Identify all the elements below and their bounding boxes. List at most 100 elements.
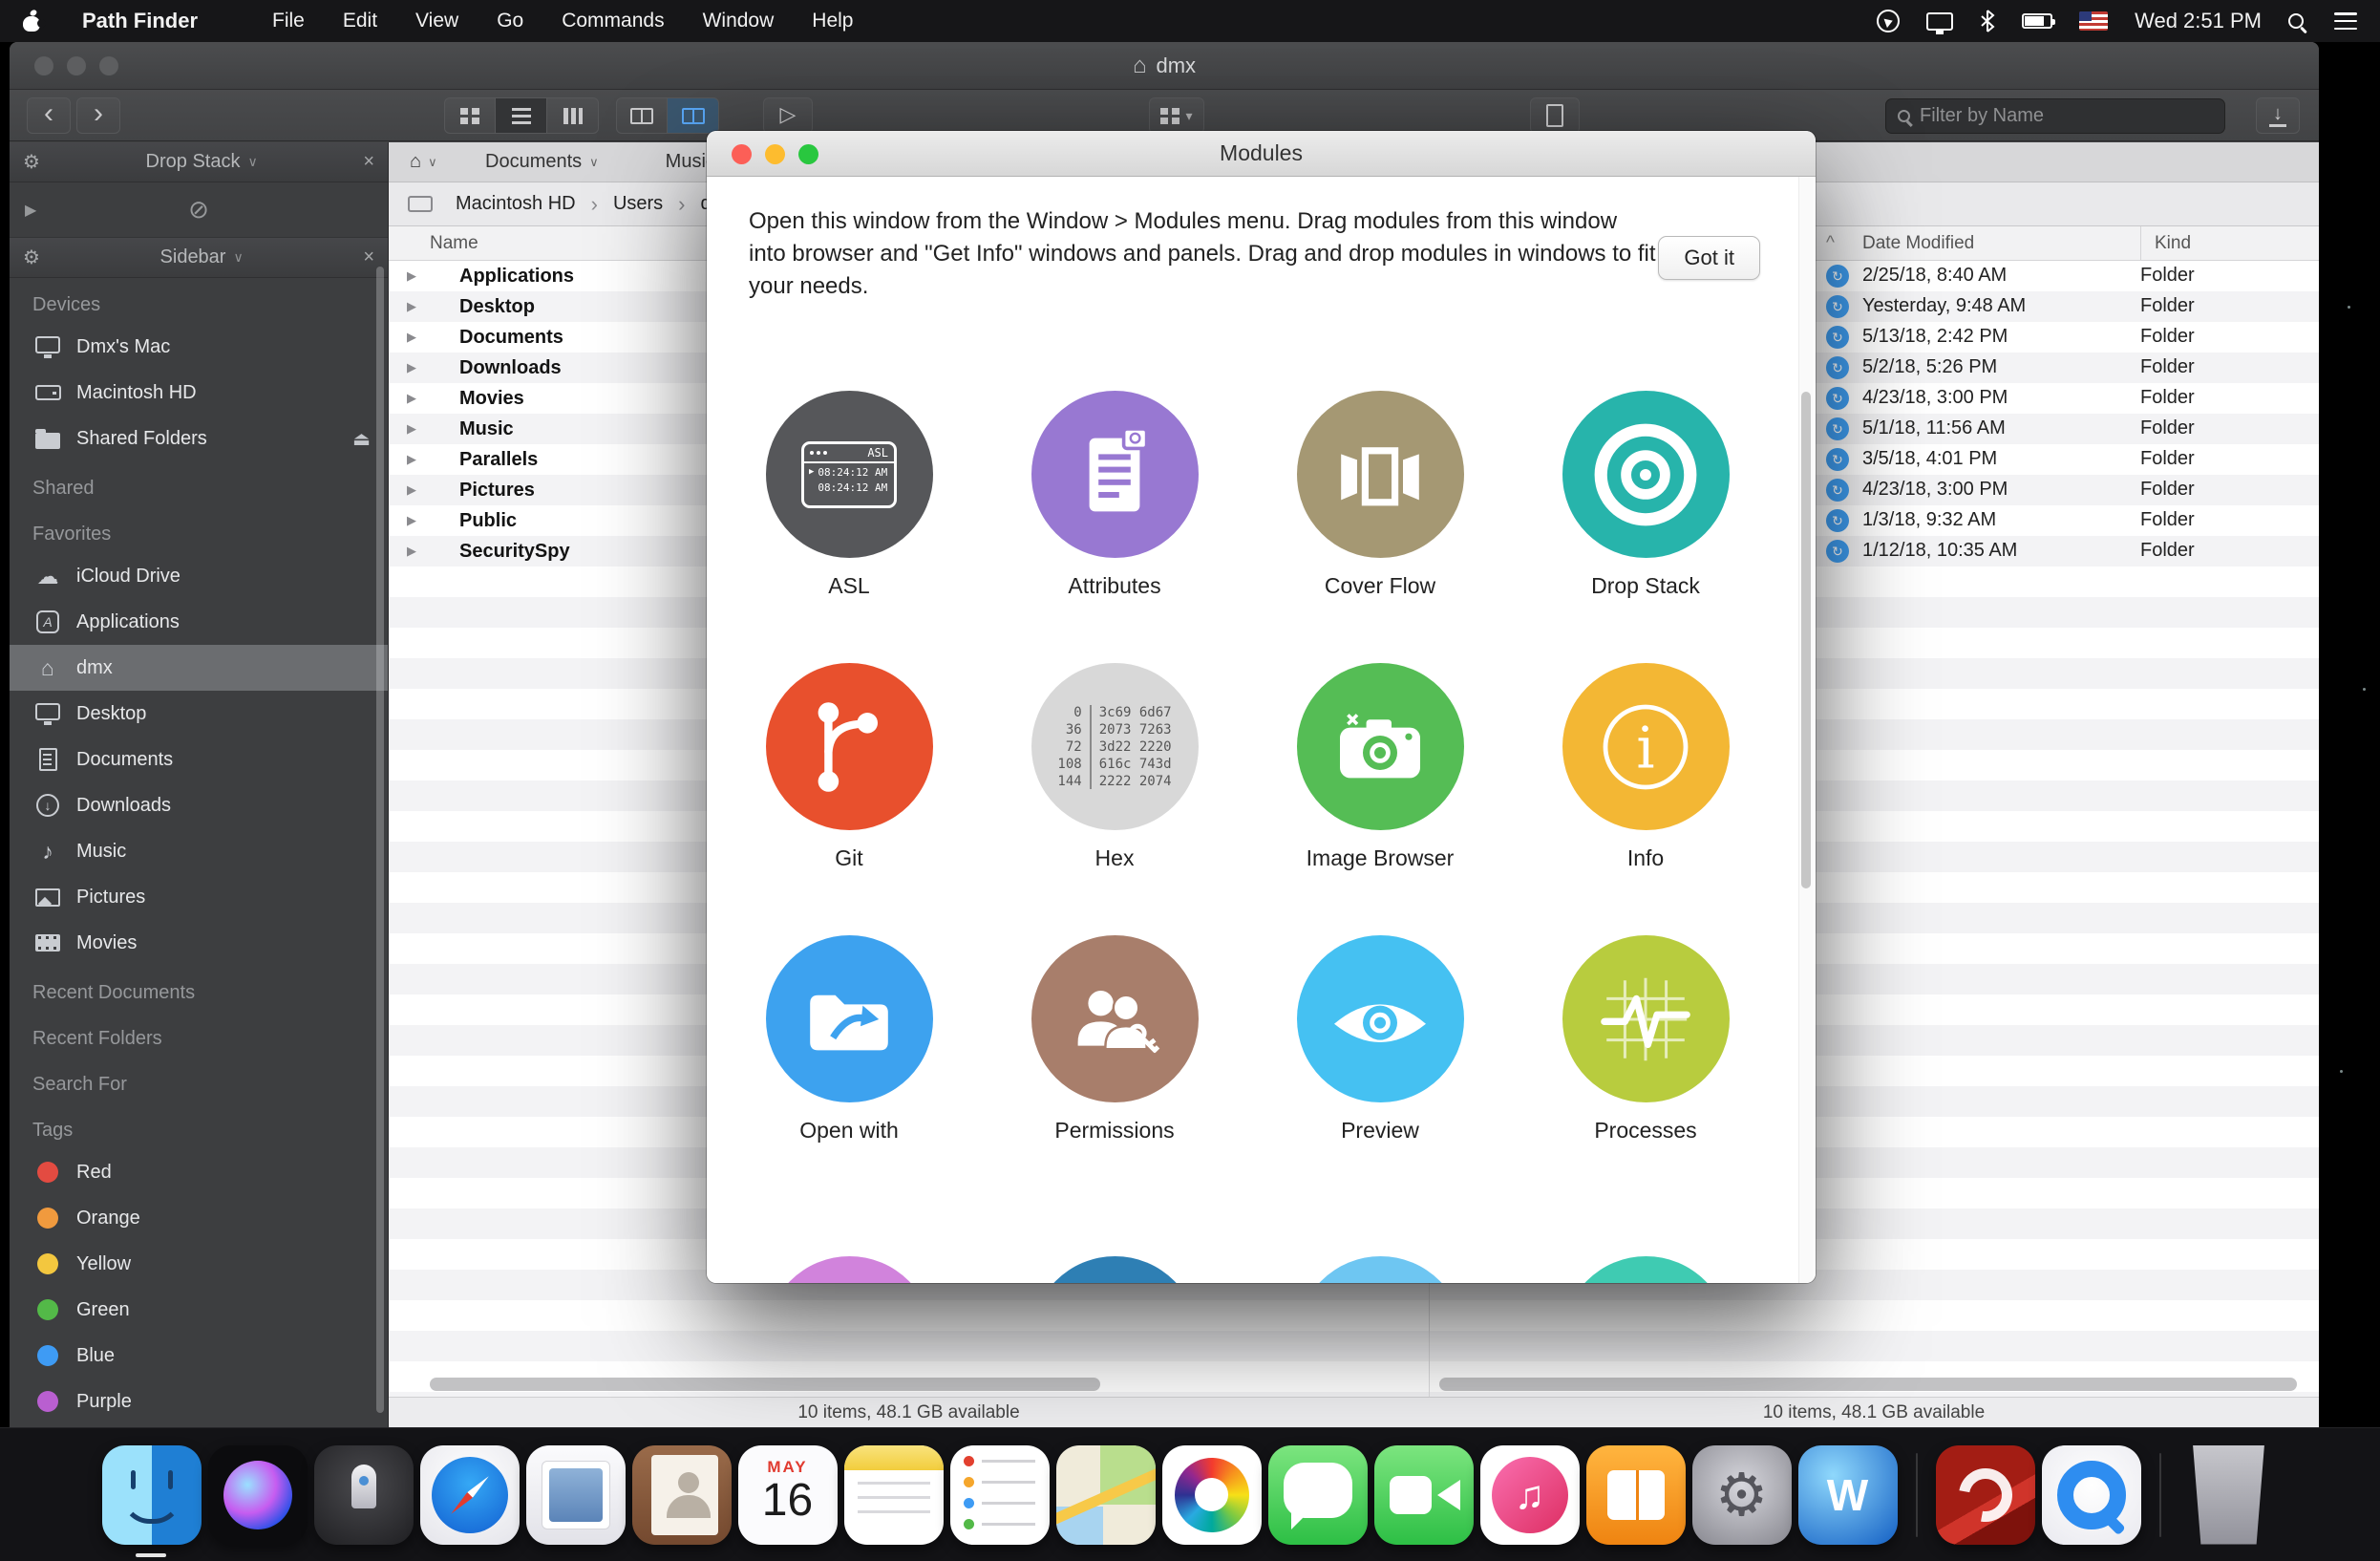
- dock-icon-contacts[interactable]: [632, 1445, 732, 1545]
- dual-pane-button[interactable]: [668, 97, 719, 134]
- sidebar-item-dmx[interactable]: ⌂dmx: [10, 645, 388, 691]
- dock-icon-launchpad[interactable]: [314, 1445, 414, 1545]
- sidebar-item-music[interactable]: ♪Music: [10, 828, 388, 874]
- filter-field[interactable]: Filter by Name: [1885, 98, 2225, 134]
- date-modified-column-header[interactable]: Date Modified: [1862, 233, 1974, 254]
- gear-icon[interactable]: ⚙: [23, 246, 40, 269]
- module-preview[interactable]: Preview: [1297, 935, 1464, 1144]
- recent-folders-section-title[interactable]: Recent Folders: [10, 1012, 388, 1058]
- home-path-button[interactable]: ⌂∨: [410, 151, 437, 173]
- minimize-dialog-button[interactable]: [765, 144, 785, 164]
- breadcrumb-item[interactable]: Macintosh HD: [456, 193, 576, 215]
- zoom-window-button[interactable]: [99, 56, 118, 75]
- module-partial[interactable]: [1513, 1256, 1778, 1283]
- zoom-dialog-button[interactable]: [798, 144, 818, 164]
- dock-icon-siri[interactable]: [208, 1445, 308, 1545]
- module-cover-flow[interactable]: Cover Flow: [1297, 391, 1464, 599]
- icon-view-button[interactable]: [444, 97, 496, 134]
- minimize-window-button[interactable]: [67, 56, 86, 75]
- dock-icon-reminders[interactable]: [950, 1445, 1050, 1545]
- single-pane-button[interactable]: [616, 97, 668, 134]
- sidebar-item-icloud-drive[interactable]: ☁iCloud Drive: [10, 553, 388, 599]
- gear-icon[interactable]: ⚙: [23, 150, 40, 174]
- sidebar-item-tag[interactable]: Green: [10, 1287, 388, 1333]
- module-hex[interactable]: 03672108144 3c69 6d672073 72633d22 22206…: [1031, 663, 1199, 871]
- dock-icon-itunes[interactable]: ♫: [1480, 1445, 1580, 1545]
- dialog-scrollbar-thumb[interactable]: [1801, 392, 1811, 888]
- dock-icon-finder[interactable]: [102, 1445, 202, 1545]
- menu-item[interactable]: Window: [703, 10, 775, 32]
- apple-menu-icon[interactable]: [23, 11, 42, 32]
- view-options-dropdown[interactable]: ▾: [1149, 97, 1204, 134]
- sidebar-scrollbar[interactable]: [376, 267, 384, 1413]
- got-it-button[interactable]: Got it: [1658, 236, 1760, 280]
- module-drop-stack[interactable]: Drop Stack: [1562, 391, 1730, 599]
- recent-documents-section-title[interactable]: Recent Documents: [10, 966, 388, 1012]
- sidebar-item-desktop[interactable]: Desktop: [10, 691, 388, 737]
- dock-icon-system-preferences[interactable]: ⚙: [1692, 1445, 1792, 1545]
- sidebar-item-tag[interactable]: Purple: [10, 1379, 388, 1424]
- dock-icon-ibooks[interactable]: [1586, 1445, 1686, 1545]
- play-button[interactable]: ▷: [763, 97, 813, 134]
- dock-icon-adobe-acrobat[interactable]: [1936, 1445, 2035, 1545]
- module-attributes[interactable]: Attributes: [1031, 391, 1199, 599]
- location-menu-icon[interactable]: [1877, 7, 1900, 35]
- kind-column-header[interactable]: Kind: [2140, 226, 2191, 261]
- window-titlebar[interactable]: ⌂dmx: [10, 42, 2319, 90]
- dock-icon-quicktime[interactable]: [2042, 1445, 2141, 1545]
- close-drop-stack-icon[interactable]: ×: [363, 151, 374, 173]
- sidebar-item-pictures[interactable]: Pictures: [10, 874, 388, 920]
- dock-icon-photos[interactable]: [1162, 1445, 1262, 1545]
- input-source-flag-icon[interactable]: [2079, 7, 2108, 35]
- search-for-section-title[interactable]: Search For: [10, 1058, 388, 1103]
- sidebar-item-documents[interactable]: Documents: [10, 737, 388, 782]
- modules-dialog-titlebar[interactable]: Modules: [707, 131, 1816, 177]
- module-partial[interactable]: [982, 1256, 1247, 1283]
- dock-icon-calendar[interactable]: MAY16: [738, 1445, 838, 1545]
- back-button[interactable]: ‹: [27, 97, 71, 134]
- left-pane-hscrollbar[interactable]: [430, 1378, 1100, 1391]
- path-chip-button[interactable]: Documents∨: [485, 151, 599, 173]
- menu-bar-clock[interactable]: Wed 2:51 PM: [2135, 9, 2262, 33]
- display-menu-icon[interactable]: [1926, 7, 1953, 35]
- bluetooth-menu-icon[interactable]: [1980, 7, 1995, 35]
- module-permissions[interactable]: Permissions: [1031, 935, 1199, 1144]
- sidebar-panel-header[interactable]: ⚙ Sidebar∨ ×: [10, 238, 388, 278]
- sidebar-item-dmxs-mac[interactable]: Dmx's Mac: [10, 324, 388, 370]
- disclosure-triangle-icon[interactable]: ▶: [25, 201, 36, 220]
- dock-icon-messages[interactable]: [1268, 1445, 1368, 1545]
- download-button[interactable]: ↓: [2256, 97, 2300, 134]
- dock-icon-facetime[interactable]: [1374, 1445, 1474, 1545]
- close-dialog-button[interactable]: [732, 144, 752, 164]
- list-view-button[interactable]: [496, 97, 547, 134]
- dock-icon-maps[interactable]: [1056, 1445, 1156, 1545]
- close-window-button[interactable]: [34, 56, 53, 75]
- module-partial[interactable]: [1247, 1256, 1513, 1283]
- menu-item[interactable]: Help: [812, 10, 853, 32]
- module-info[interactable]: i Info: [1562, 663, 1730, 871]
- menu-item[interactable]: Edit: [343, 10, 377, 32]
- module-partial[interactable]: [716, 1256, 982, 1283]
- forward-button[interactable]: ›: [76, 97, 120, 134]
- module-image-browser[interactable]: Image Browser: [1297, 663, 1464, 871]
- dock-icon-safari[interactable]: [420, 1445, 520, 1545]
- sidebar-item-macintosh-hd[interactable]: Macintosh HD: [10, 370, 388, 416]
- sidebar-item-tag[interactable]: Blue: [10, 1333, 388, 1379]
- sidebar-item-tag[interactable]: Orange: [10, 1195, 388, 1241]
- sidebar-item-shared-folders[interactable]: Shared Folders⏏: [10, 416, 388, 461]
- sidebar-item-tag[interactable]: Red: [10, 1149, 388, 1195]
- sidebar-item-applications[interactable]: AApplications: [10, 599, 388, 645]
- drop-stack-header[interactable]: ⚙ Drop Stack∨ ×: [10, 142, 388, 182]
- menu-item[interactable]: Go: [497, 10, 523, 32]
- dock-icon-mail[interactable]: [526, 1445, 626, 1545]
- menu-item[interactable]: Commands: [562, 10, 664, 32]
- battery-menu-icon[interactable]: [2022, 7, 2052, 35]
- drop-stack-area[interactable]: ▶ ⊘: [10, 182, 388, 238]
- sidebar-item-movies[interactable]: Movies: [10, 920, 388, 966]
- module-asl[interactable]: ASL ▶08:24:12 AM ▶08:24:12 AM ASL: [766, 391, 933, 599]
- dock-icon-notes[interactable]: [844, 1445, 944, 1545]
- module-processes[interactable]: Processes: [1562, 935, 1730, 1144]
- app-menu-title[interactable]: Path Finder: [82, 9, 198, 33]
- name-column-header[interactable]: Name: [430, 233, 478, 254]
- column-view-button[interactable]: [547, 97, 599, 134]
